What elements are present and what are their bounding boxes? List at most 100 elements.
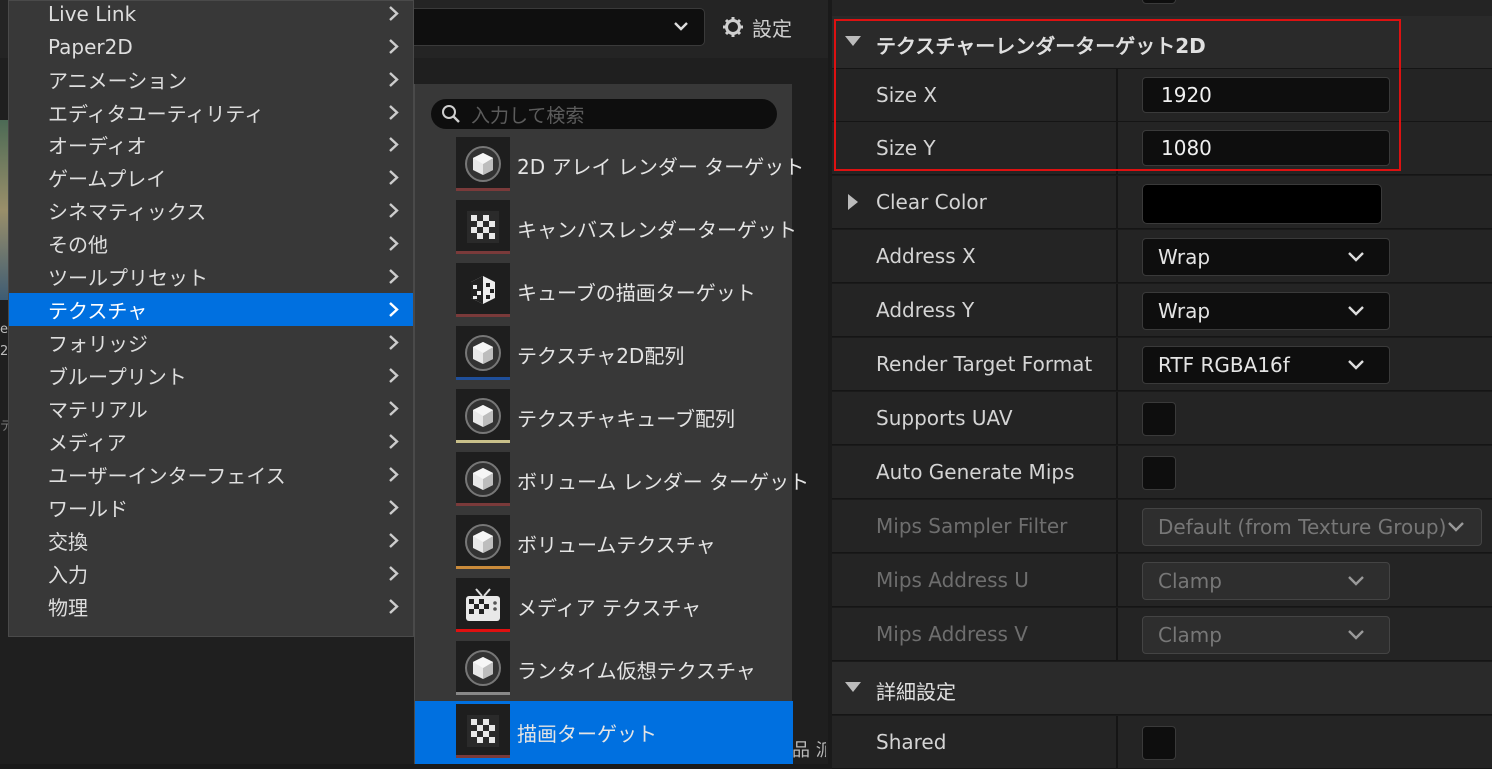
texture-submenu: 入力して検索 2D アレイ レンダー ターゲット キャンバスレンダーターゲット … bbox=[414, 84, 809, 764]
chevron-right-icon bbox=[389, 203, 399, 218]
property-row-clear-color: Clear Color bbox=[832, 176, 1492, 229]
chevron-down-icon bbox=[1348, 360, 1364, 370]
chevron-right-icon bbox=[389, 72, 399, 87]
chevron-right-icon bbox=[389, 500, 399, 515]
submenu-item-cube-render-target[interactable]: キューブの描画ターゲット bbox=[415, 260, 793, 323]
menu-item-live-link[interactable]: Live Link bbox=[9, 0, 413, 30]
checkbox[interactable] bbox=[1142, 0, 1176, 4]
chevron-right-icon bbox=[389, 434, 399, 449]
checker-icon bbox=[467, 715, 499, 747]
property-row-address-x: Address X Wrap bbox=[832, 230, 1492, 283]
render-target-format-combo[interactable]: RTF RGBA16f bbox=[1142, 346, 1390, 384]
menu-item-audio[interactable]: オーディオ bbox=[9, 128, 413, 161]
settings-label: 設定 bbox=[752, 16, 792, 41]
search-icon bbox=[442, 105, 460, 123]
sphere-icon bbox=[465, 398, 501, 434]
auto-generate-mips-checkbox[interactable] bbox=[1142, 456, 1176, 490]
submenu-item-canvas-render-target[interactable]: キャンバスレンダーターゲット bbox=[415, 197, 797, 260]
mips-address-u-combo[interactable]: Clamp bbox=[1142, 562, 1390, 600]
search-placeholder: 入力して検索 bbox=[471, 104, 585, 127]
collapsed-triangle-icon[interactable] bbox=[846, 193, 860, 211]
submenu-item-volume-render-target[interactable]: ボリューム レンダー ターゲット bbox=[415, 449, 809, 512]
property-row-shared: Shared bbox=[832, 716, 1492, 769]
chevron-right-icon bbox=[389, 401, 399, 416]
tv-icon bbox=[466, 588, 500, 621]
submenu-item-2d-array-render-target[interactable]: 2D アレイ レンダー ターゲット bbox=[415, 134, 804, 197]
chevron-down-icon bbox=[1348, 306, 1364, 316]
asset-category-menu: Live Link Paper2D アニメーション エディタユーティリティ オー… bbox=[8, 0, 414, 637]
chevron-right-icon bbox=[389, 236, 399, 251]
menu-item-interchange[interactable]: 交換 bbox=[9, 524, 413, 557]
menu-item-texture[interactable]: テクスチャ bbox=[9, 293, 413, 326]
sphere-icon bbox=[465, 146, 501, 182]
gear-icon bbox=[723, 17, 743, 37]
mips-sampler-filter-combo[interactable]: Default (from Texture Group) bbox=[1142, 508, 1482, 546]
sphere-icon bbox=[465, 650, 501, 686]
chevron-right-icon bbox=[389, 105, 399, 120]
submenu-item-volume-texture[interactable]: ボリュームテクスチャ bbox=[415, 512, 793, 575]
menu-item-misc[interactable]: その他 bbox=[9, 227, 413, 260]
bottom-label-fragment: 品 派 bbox=[792, 740, 826, 761]
submenu-item-media-texture[interactable]: メディア テクスチャ bbox=[415, 575, 793, 638]
asset-thumbnail bbox=[456, 578, 510, 632]
checker-icon bbox=[467, 211, 499, 243]
supports-uav-checkbox[interactable] bbox=[1142, 402, 1176, 436]
asset-thumbnail bbox=[456, 263, 510, 317]
shared-checkbox[interactable] bbox=[1142, 726, 1176, 760]
menu-item-material[interactable]: マテリアル bbox=[9, 392, 413, 425]
chevron-right-icon bbox=[389, 599, 399, 614]
menu-item-user-interface[interactable]: ユーザーインターフェイス bbox=[9, 458, 413, 491]
chevron-down-icon bbox=[1348, 252, 1364, 262]
property-row-mips-address-v: Mips Address V Clamp bbox=[832, 608, 1492, 661]
search-input[interactable]: 入力して検索 bbox=[431, 99, 777, 129]
asset-thumbnail bbox=[456, 389, 510, 443]
menu-item-gameplay[interactable]: ゲームプレイ bbox=[9, 161, 413, 194]
settings-button[interactable]: 設定 bbox=[722, 8, 818, 46]
cube-checker-icon bbox=[471, 276, 495, 304]
chevron-right-icon bbox=[389, 39, 399, 54]
chevron-right-icon bbox=[389, 368, 399, 383]
chevron-right-icon bbox=[389, 137, 399, 152]
asset-thumbnail bbox=[456, 641, 510, 695]
menu-item-cinematics[interactable]: シネマティックス bbox=[9, 194, 413, 227]
section-header-advanced[interactable]: 詳細設定 bbox=[832, 662, 1492, 715]
menu-item-blueprint[interactable]: ブループリント bbox=[9, 359, 413, 392]
chevron-right-icon bbox=[389, 170, 399, 185]
menu-item-world[interactable]: ワールド bbox=[9, 491, 413, 524]
sphere-icon bbox=[465, 335, 501, 371]
submenu-item-runtime-virtual-texture[interactable]: ランタイム仮想テクスチャ bbox=[415, 638, 793, 701]
menu-item-tool-presets[interactable]: ツールプリセット bbox=[9, 260, 413, 293]
property-row-auto-generate-mips: Auto Generate Mips bbox=[832, 446, 1492, 499]
property-row-render-target-format: Render Target Format RTF RGBA16f bbox=[832, 338, 1492, 391]
mips-address-v-combo[interactable]: Clamp bbox=[1142, 616, 1390, 654]
chevron-right-icon bbox=[389, 566, 399, 581]
annotation-highlight-box bbox=[834, 19, 1401, 171]
chevron-right-icon bbox=[389, 302, 399, 317]
menu-item-editor-utility[interactable]: エディタユーティリティ bbox=[9, 96, 413, 129]
menu-item-input[interactable]: 入力 bbox=[9, 557, 413, 590]
expand-triangle-icon bbox=[845, 682, 861, 692]
chevron-right-icon bbox=[389, 335, 399, 350]
menu-item-physics[interactable]: 物理 bbox=[9, 590, 413, 623]
address-x-combo[interactable]: Wrap bbox=[1142, 238, 1390, 276]
chevron-right-icon bbox=[389, 269, 399, 284]
chevron-right-icon bbox=[389, 6, 399, 21]
menu-item-animation[interactable]: アニメーション bbox=[9, 63, 413, 96]
asset-thumbnail bbox=[456, 515, 510, 569]
asset-thumbnail bbox=[456, 704, 510, 758]
property-row-mips-address-u: Mips Address U Clamp bbox=[832, 554, 1492, 607]
chevron-right-icon bbox=[389, 467, 399, 482]
asset-thumbnail bbox=[456, 200, 510, 254]
asset-thumbnail bbox=[456, 137, 510, 191]
sphere-icon bbox=[465, 524, 501, 560]
menu-item-paper2d[interactable]: Paper2D bbox=[9, 30, 413, 63]
submenu-item-texture-cube-array[interactable]: テクスチャキューブ配列 bbox=[415, 386, 793, 449]
menu-item-foliage[interactable]: フォリッジ bbox=[9, 326, 413, 359]
chevron-down-icon bbox=[1448, 522, 1464, 532]
address-y-combo[interactable]: Wrap bbox=[1142, 292, 1390, 330]
submenu-item-render-target[interactable]: 描画ターゲット bbox=[415, 701, 793, 764]
asset-thumbnail bbox=[456, 326, 510, 380]
submenu-item-texture-2d-array[interactable]: テクスチャ2D配列 bbox=[415, 323, 793, 386]
menu-item-media[interactable]: メディア bbox=[9, 425, 413, 458]
clear-color-swatch[interactable] bbox=[1142, 184, 1382, 224]
